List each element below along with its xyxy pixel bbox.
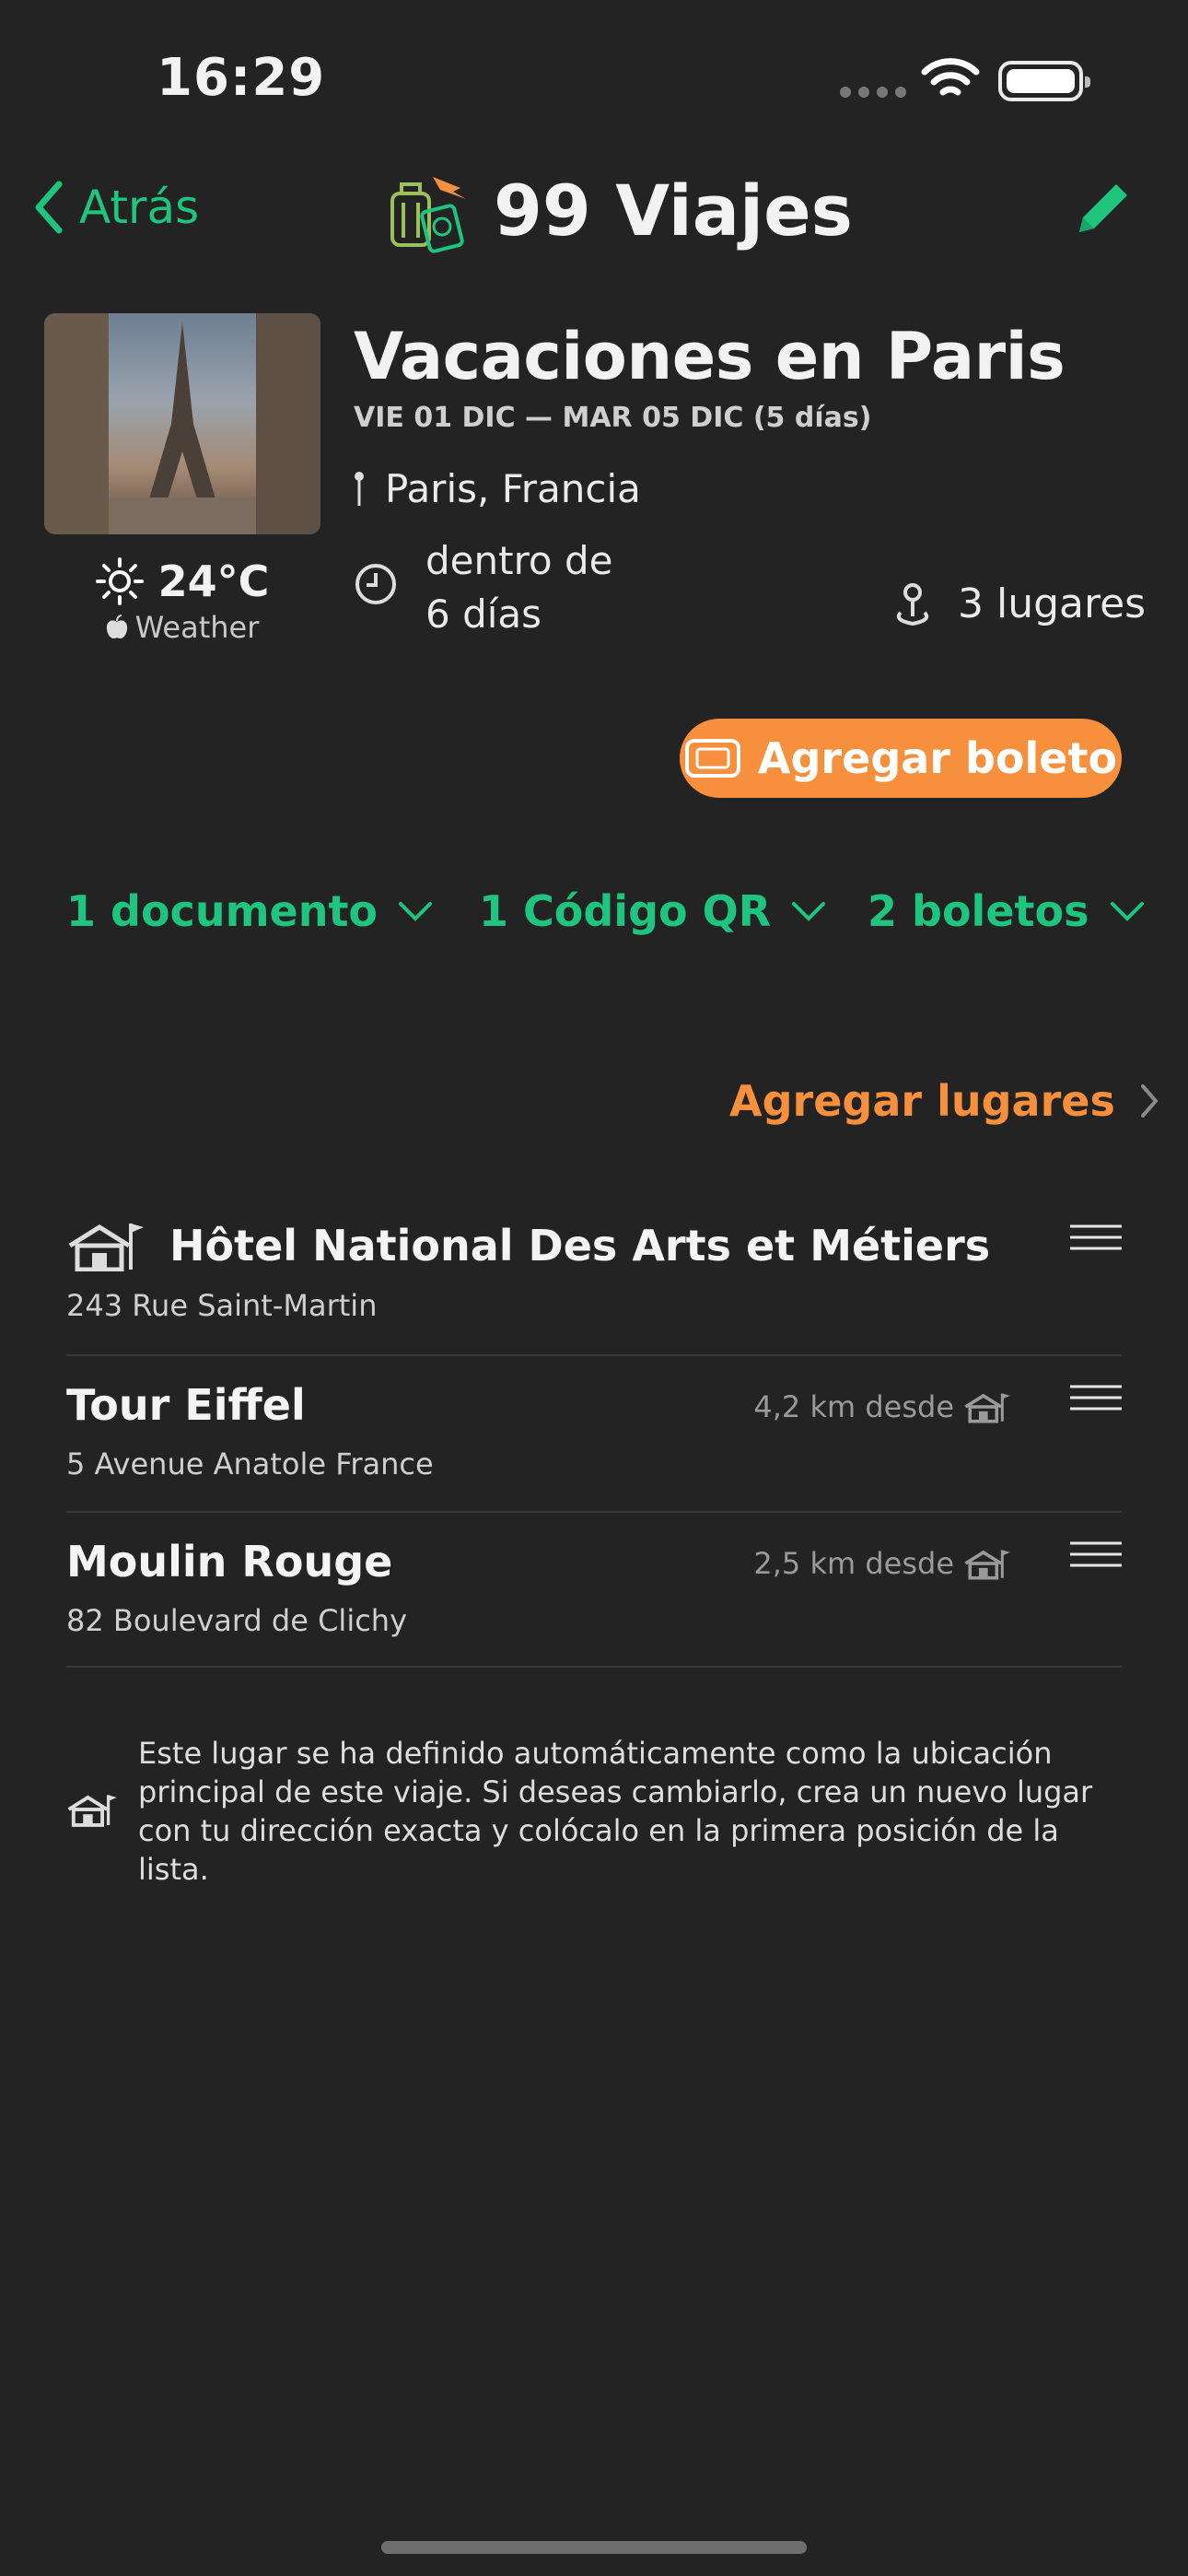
weather-source: Weather — [134, 610, 260, 645]
trip-countdown: dentro de 6 días — [354, 534, 612, 641]
home-flag-icon — [68, 1224, 144, 1271]
home-flag-icon — [964, 1393, 1010, 1423]
edit-pencil-icon[interactable] — [1070, 177, 1135, 241]
place-item-moulin-rouge[interactable]: Moulin Rouge 82 Boulevard de Clichy 2,5 … — [66, 1537, 1122, 1638]
ticket-icon — [684, 739, 740, 778]
place-address: 82 Boulevard de Clichy — [66, 1603, 408, 1638]
place-address: 243 Rue Saint-Martin — [66, 1288, 378, 1323]
status-time: 16:29 — [157, 48, 326, 108]
countdown-line1: dentro de — [425, 538, 613, 583]
chevron-down-icon — [792, 902, 826, 921]
documents-dropdown[interactable]: 1 documento — [66, 886, 433, 936]
weather-temperature: 24°C — [157, 556, 270, 606]
trip-location-label: Paris, Francia — [385, 466, 641, 511]
home-indicator[interactable] — [381, 2541, 807, 2554]
distance-label: 4,2 km desde — [753, 1389, 954, 1424]
wifi-icon — [921, 58, 980, 96]
place-distance: 4,2 km desde — [753, 1389, 1011, 1424]
divider — [66, 1354, 1122, 1356]
documents-label: 1 documento — [66, 886, 379, 936]
divider — [66, 1511, 1122, 1513]
trip-title: Vacaciones en Paris — [354, 319, 1066, 394]
add-ticket-button[interactable]: Agregar boleto — [680, 719, 1122, 798]
place-item-tour-eiffel[interactable]: Tour Eiffel 5 Avenue Anatole France 4,2 … — [66, 1380, 1122, 1481]
back-label: Atrás — [79, 181, 200, 234]
countdown-line2: 6 días — [425, 591, 542, 637]
apple-icon — [106, 615, 127, 638]
reorder-handle-icon[interactable] — [1070, 1384, 1122, 1411]
home-flag-icon — [964, 1550, 1010, 1580]
reorder-handle-icon[interactable] — [1070, 1224, 1122, 1251]
chevron-down-icon — [399, 902, 433, 921]
trip-location[interactable]: Paris, Francia — [354, 466, 641, 511]
cellular-signal-icon — [840, 87, 906, 98]
app-title: 99 Viajes — [494, 170, 853, 252]
place-distance: 2,5 km desde — [753, 1546, 1011, 1581]
sun-icon — [95, 557, 144, 605]
place-item-hotel[interactable]: Hôtel National Des Arts et Métiers 243 R… — [66, 1220, 1122, 1323]
add-ticket-label: Agregar boleto — [757, 733, 1118, 783]
luggage-logo-icon — [390, 177, 466, 253]
trip-cover-photo[interactable] — [44, 313, 320, 534]
chevron-left-icon — [35, 181, 63, 234]
home-flag-icon — [67, 1795, 117, 1827]
weather-widget[interactable]: 24°C Weather — [44, 556, 320, 645]
main-location-note: Este lugar se ha definido automáticament… — [138, 1736, 1093, 1887]
place-name: Hôtel National Des Arts et Métiers — [169, 1221, 991, 1270]
back-button[interactable]: Atrás — [33, 181, 199, 234]
map-pin-icon — [896, 582, 929, 626]
places-count-label: 3 lugares — [958, 580, 1147, 627]
eiffel-tower-image — [44, 313, 320, 534]
battery-icon — [998, 61, 1090, 101]
add-places-label: Agregar lugares — [729, 1076, 1115, 1126]
chevron-right-icon — [1140, 1084, 1159, 1118]
tickets-dropdown[interactable]: 2 boletos — [868, 886, 1145, 936]
trip-dates: VIE 01 DIC — MAR 05 DIC (5 días) — [354, 402, 872, 434]
pin-icon — [355, 471, 364, 506]
distance-label: 2,5 km desde — [753, 1546, 954, 1581]
divider — [66, 1666, 1122, 1668]
add-places-button[interactable]: Agregar lugares — [729, 1076, 1159, 1126]
reorder-handle-icon[interactable] — [1070, 1540, 1122, 1568]
clock-icon — [355, 564, 396, 604]
qr-codes-label: 1 Código QR — [479, 886, 772, 936]
chevron-down-icon — [1110, 902, 1144, 921]
qr-codes-dropdown[interactable]: 1 Código QR — [479, 886, 826, 936]
tickets-label: 2 boletos — [868, 886, 1089, 936]
place-address: 5 Avenue Anatole France — [66, 1446, 434, 1481]
trip-places-count[interactable]: 3 lugares — [890, 580, 1146, 627]
